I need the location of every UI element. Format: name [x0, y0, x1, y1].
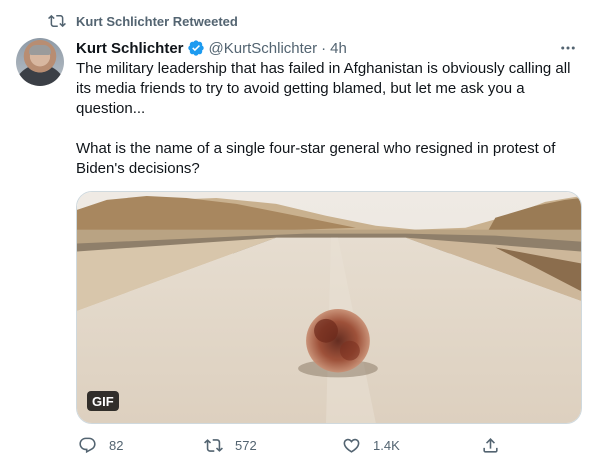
- gif-badge: GIF: [87, 391, 119, 411]
- tweet-paragraph-1: The military leadership that has failed …: [76, 60, 571, 117]
- more-options-icon: [561, 46, 575, 50]
- avatar-hair: [29, 45, 51, 55]
- verified-badge-icon: [187, 40, 204, 56]
- more-options-button[interactable]: [556, 38, 580, 58]
- tweet-paragraph-2: What is the name of a single four-star g…: [76, 140, 556, 177]
- tweet-time[interactable]: 4h: [330, 40, 347, 57]
- reply-button[interactable]: 82: [78, 436, 123, 455]
- like-button[interactable]: 1.4K: [342, 436, 400, 455]
- tweet-actions: 82 572 1.4K: [76, 436, 582, 458]
- like-count: 1.4K: [373, 438, 400, 453]
- heart-icon: [343, 438, 360, 453]
- tweet-media-gif[interactable]: GIF: [76, 191, 582, 424]
- retweet-icon: [48, 14, 66, 28]
- share-button[interactable]: [481, 436, 500, 455]
- author-handle[interactable]: @KurtSchlichter: [209, 40, 318, 57]
- reply-icon: [79, 437, 96, 454]
- retweet-button[interactable]: 572: [204, 436, 257, 455]
- retweet-count: 572: [235, 438, 257, 453]
- tweet-header: Kurt Schlichter @KurtSchlichter · 4h: [76, 38, 347, 58]
- author-name[interactable]: Kurt Schlichter: [76, 40, 184, 57]
- share-icon: [483, 438, 498, 453]
- retweet-icon: [204, 439, 223, 452]
- retweet-context-label: Kurt Schlichter Retweeted: [76, 14, 238, 29]
- reply-count: 82: [109, 438, 124, 453]
- separator: ·: [321, 39, 327, 57]
- tweet-text: The military leadership that has failed …: [76, 59, 582, 179]
- avatar[interactable]: [16, 38, 64, 86]
- tumbleweed-road-image: [77, 192, 581, 423]
